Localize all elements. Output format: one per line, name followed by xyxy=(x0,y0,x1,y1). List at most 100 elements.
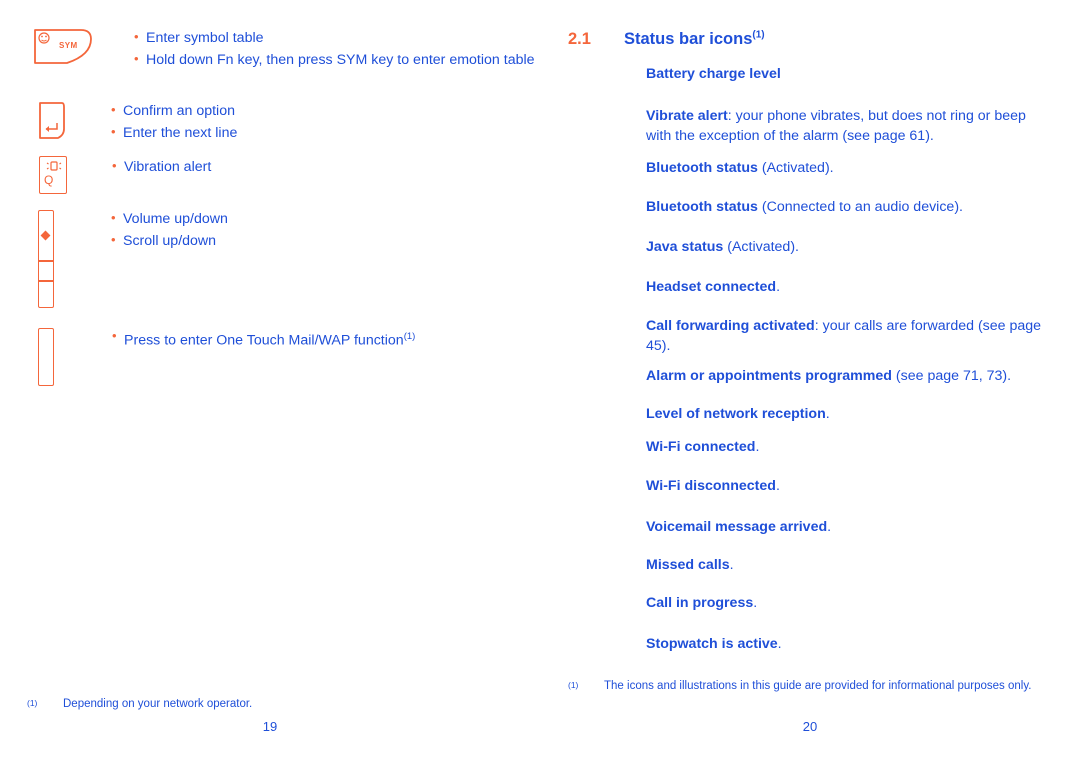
vibrate-icon xyxy=(588,108,632,124)
status-item-description: . xyxy=(775,478,780,494)
status-item-label: Alarm or appointments programmed xyxy=(646,368,892,384)
list-item-label: Press to enter One Touch Mail/WAP functi… xyxy=(124,332,404,349)
status-item: Missed calls. xyxy=(646,556,1052,576)
status-item: Call forwarding activated: your calls ar… xyxy=(646,317,1052,356)
status-item-label: Bluetooth status xyxy=(646,199,758,215)
volume-side-key-art xyxy=(38,210,54,308)
status-item-description: . xyxy=(827,519,832,535)
key-row-vibration: Q Vibration alert xyxy=(39,155,211,194)
list-item: Hold down Fn key, then press SYM key to … xyxy=(134,48,538,71)
wifi-connected-icon xyxy=(588,439,632,455)
status-item-label: Vibrate alert xyxy=(646,108,728,124)
headset-icon xyxy=(588,279,632,295)
signal-strength-icon xyxy=(588,406,632,422)
status-item-label: Call forwarding activated xyxy=(646,318,815,334)
sym-key-label: SYM xyxy=(59,41,78,50)
footnote-marker: (1) xyxy=(568,680,579,690)
section-title-text: Status bar icons xyxy=(624,29,753,48)
left-footnote: (1) Depending on your network operator. xyxy=(27,696,487,713)
status-item: Bluetooth status (Activated). xyxy=(646,159,1052,179)
bluetooth-audio-icon xyxy=(588,199,632,215)
status-item-label: Battery charge level xyxy=(646,66,781,82)
java-icon xyxy=(588,239,632,255)
missed-calls-icon xyxy=(588,557,632,573)
status-item: Level of network reception. xyxy=(646,405,1052,425)
footnote-ref: (1) xyxy=(752,29,765,40)
sym-key-bullets: Enter symbol table Hold down Fn key, the… xyxy=(134,26,538,71)
bluetooth-icon xyxy=(588,160,632,176)
status-item-description: . xyxy=(825,406,830,422)
key-row-one-touch: Press to enter One Touch Mail/WAP functi… xyxy=(38,325,416,386)
status-item-label: Missed calls xyxy=(646,557,730,573)
section-number: 2.1 xyxy=(568,29,591,48)
status-item: Headset connected. xyxy=(646,278,1052,298)
key-row-volume: Volume up/down Scroll up/down xyxy=(38,207,228,308)
right-page-number: 20 xyxy=(802,719,818,734)
status-item-description: . xyxy=(753,595,758,611)
enter-key-art xyxy=(38,101,68,139)
status-item-label: Voicemail message arrived xyxy=(646,519,828,535)
stopwatch-icon xyxy=(588,636,632,652)
volume-key-bullets: Volume up/down Scroll up/down xyxy=(111,207,228,252)
status-item: Java status (Activated). xyxy=(646,238,1052,258)
volume-key-divider xyxy=(38,260,54,262)
status-item: Bluetooth status (Connected to an audio … xyxy=(646,198,1052,218)
call-forwarding-icon xyxy=(588,318,632,334)
one-touch-side-key-art xyxy=(38,328,54,386)
status-item-description: (Activated). xyxy=(757,160,834,176)
list-item: Confirm an option xyxy=(111,99,237,122)
footnote-text: Depending on your network operator. xyxy=(63,698,253,710)
status-item-label: Level of network reception xyxy=(646,406,826,422)
list-item: Volume up/down xyxy=(111,207,228,230)
call-in-progress-icon xyxy=(588,595,632,611)
list-item: Enter symbol table xyxy=(134,26,538,49)
wifi-disconnected-icon xyxy=(588,478,632,494)
key-row-sym: SYM Enter symbol table Hold down Fn key,… xyxy=(33,26,538,71)
list-item: Scroll up/down xyxy=(111,229,228,252)
one-touch-key-outline xyxy=(38,328,54,386)
section-heading: 2.1 Status bar icons(1) xyxy=(568,29,1038,49)
status-item: Voicemail message arrived. xyxy=(646,518,1052,538)
page-title: Status bar icons(1) xyxy=(624,29,765,48)
status-item-description: . xyxy=(777,636,782,652)
status-item-description: . xyxy=(776,279,781,295)
status-item-label: Wi-Fi connected xyxy=(646,439,756,455)
footnote-marker: (1) xyxy=(27,698,38,708)
footnote-ref: (1) xyxy=(403,331,416,342)
voicemail-icon xyxy=(588,519,632,535)
list-item: Vibration alert xyxy=(112,155,211,178)
sym-key-art: SYM xyxy=(33,28,95,66)
enter-key-icon xyxy=(39,102,65,139)
status-item: Battery charge level xyxy=(646,65,1052,85)
status-item-label: Stopwatch is active xyxy=(646,636,778,652)
list-item: Enter the next line xyxy=(111,121,237,144)
list-item: Press to enter One Touch Mail/WAP functi… xyxy=(112,325,416,352)
status-item: Call in progress. xyxy=(646,594,1052,614)
one-touch-key-bullets: Press to enter One Touch Mail/WAP functi… xyxy=(112,325,416,352)
vibration-icon xyxy=(46,161,62,171)
volume-key-outline xyxy=(38,210,54,308)
status-item-description: . xyxy=(729,557,734,573)
status-item-label: Java status xyxy=(646,239,724,255)
status-item-description: . xyxy=(755,439,760,455)
status-item-description: (see page 71, 73). xyxy=(891,368,1012,384)
status-item: Vibrate alert: your phone vibrates, but … xyxy=(646,107,1052,146)
key-row-enter: Confirm an option Enter the next line xyxy=(38,99,237,144)
battery-icon xyxy=(588,66,632,82)
status-item-description: (Connected to an audio device). xyxy=(757,199,963,215)
status-item: Alarm or appointments programmed (see pa… xyxy=(646,367,1052,387)
right-footnote: (1) The icons and illustrations in this … xyxy=(568,678,1046,695)
alarm-icon xyxy=(588,368,632,384)
status-item-description: (Activated). xyxy=(723,239,799,255)
vibration-key-bullets: Vibration alert xyxy=(112,155,211,178)
status-item-label: Wi-Fi disconnected xyxy=(646,478,776,494)
left-page-number: 19 xyxy=(262,719,278,734)
status-item-label: Headset connected xyxy=(646,279,777,295)
volume-key-divider xyxy=(38,280,54,282)
status-item: Wi-Fi connected. xyxy=(646,438,1052,458)
vibration-q-key-art: Q xyxy=(39,156,67,194)
q-key-label: Q xyxy=(44,173,54,187)
status-item: Stopwatch is active. xyxy=(646,635,1052,655)
status-item-label: Call in progress xyxy=(646,595,754,611)
left-page: SYM Enter symbol table Hold down Fn key,… xyxy=(0,0,540,767)
